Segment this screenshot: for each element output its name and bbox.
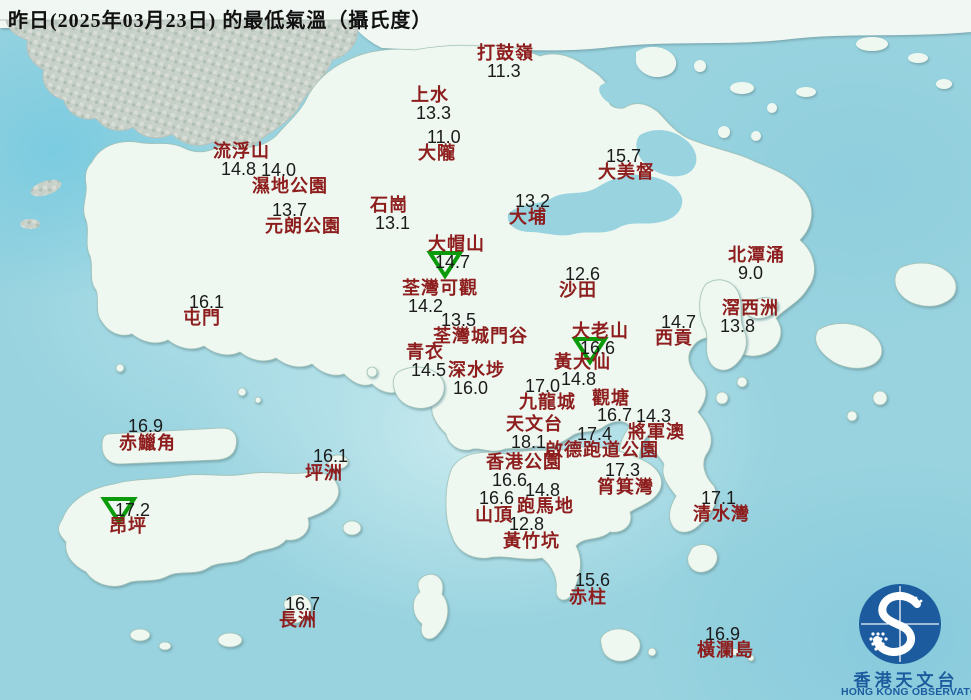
station-temperature-value: 13.1 (375, 213, 411, 233)
station-name: 山頂 (475, 505, 513, 525)
station-name: 滘西洲 (722, 298, 779, 318)
station-temperature-value: 13.8 (720, 316, 756, 336)
station-temperature-value: 9.0 (738, 263, 764, 283)
station-name: 黃竹坑 (503, 531, 560, 551)
hko-min-temp-map: 昨日(2025年03月23日) 的最低氣溫（攝氏度） 11.3 打鼓嶺 13.3… (0, 0, 971, 700)
station-temperature-value: 14.8 (221, 159, 257, 179)
station-temperature-value: 18.1 (511, 432, 547, 452)
map-title: 昨日(2025年03月23日) 的最低氣溫（攝氏度） (8, 10, 433, 32)
station-temperature-value: 16.6 (492, 470, 528, 490)
station-temperature-value: 14.8 (561, 369, 597, 389)
hko-logo-icon (859, 584, 941, 664)
station-name: 將軍澳 (628, 422, 685, 442)
station-name: 觀塘 (592, 388, 630, 408)
station-name: 跑馬地 (517, 496, 574, 516)
station-name: 大帽山 (428, 234, 485, 254)
station-name: 昂坪 (109, 516, 147, 536)
station-name: 大隴 (418, 143, 456, 163)
station-name: 赤柱 (569, 587, 607, 607)
hong-kong-map-graphic (0, 0, 971, 700)
station-temperature-value: 16.0 (453, 378, 489, 398)
station-name: 清水灣 (693, 504, 750, 524)
station-temperature-value: 14.5 (411, 360, 447, 380)
hko-logo-english-text: HONG KONG OBSERVATORY (841, 686, 971, 698)
station-name: 深水埗 (448, 360, 505, 380)
station-name: 大埔 (509, 207, 547, 227)
station-name: 西貢 (655, 328, 693, 348)
station-temperature-value: 14.7 (435, 252, 471, 272)
station-name: 石崗 (370, 195, 408, 215)
station-name: 濕地公園 (252, 176, 328, 196)
station-name: 橫瀾島 (697, 640, 754, 660)
station-name: 天文台 (506, 414, 563, 434)
station-name: 元朗公園 (265, 216, 341, 236)
station-name: 流浮山 (213, 141, 270, 161)
station-name: 黃大仙 (554, 352, 611, 372)
station-name: 青衣 (406, 342, 444, 362)
station-name: 荃灣可觀 (402, 278, 478, 298)
station-name: 啟德跑道公園 (545, 440, 659, 460)
hko-logo: 香港天文台 HONG KONG OBSERVATORY (841, 574, 971, 700)
station-temperature-value: 14.2 (408, 296, 444, 316)
station-name: 大美督 (598, 162, 655, 182)
station-name: 赤鱲角 (119, 433, 176, 453)
station-name: 坪洲 (305, 463, 343, 483)
station-temperature-value: 13.3 (416, 103, 452, 123)
station-name: 荃灣城門谷 (433, 326, 528, 346)
station-temperature-value: 11.3 (487, 61, 521, 81)
station-name: 北潭涌 (728, 245, 785, 265)
station-name: 大老山 (572, 321, 629, 341)
station-name: 長洲 (279, 610, 317, 630)
station-name: 上水 (411, 85, 449, 105)
station-name: 打鼓嶺 (477, 43, 534, 63)
station-name: 屯門 (183, 308, 221, 328)
station-name: 香港公園 (486, 452, 562, 472)
station-name: 沙田 (559, 280, 597, 300)
station-temperature-value: 16.7 (597, 405, 633, 425)
station-name: 筲箕灣 (597, 477, 654, 497)
station-name: 九龍城 (519, 392, 576, 412)
